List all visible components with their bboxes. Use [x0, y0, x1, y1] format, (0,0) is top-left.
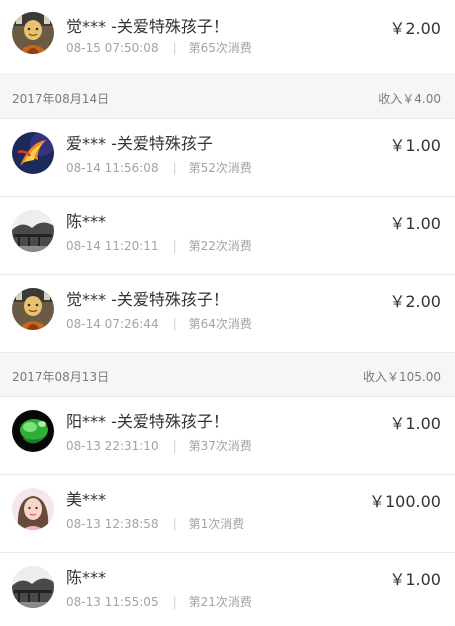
transaction-meta: 08-13 12:38:58 | 第1次消费: [66, 515, 244, 532]
transaction-count: 第21次消费: [188, 595, 252, 609]
transaction-row[interactable]: 觉*** -关爱特殊孩子！ 08-15 07:50:08 | 第65次消费 ￥2.0…: [0, 0, 455, 75]
donor-name: 美***: [66, 490, 107, 509]
transaction-row[interactable]: 爱*** -关爱特殊孩子 08-14 11:56:08 | 第52次消费 ￥1.00: [0, 119, 455, 197]
group-date: 2017年08月14日: [12, 92, 110, 106]
transaction-count: 第1次消费: [188, 517, 245, 531]
transaction-time: 08-14 07:26:44: [66, 317, 159, 331]
group-date: 2017年08月13日: [12, 370, 110, 384]
transaction-amount: ￥2.00: [389, 19, 441, 38]
transaction-time: 08-13 11:55:05: [66, 595, 159, 609]
donor-name: 觉*** -关爱特殊孩子！: [66, 17, 229, 36]
transaction-amount: ￥1.00: [389, 414, 441, 433]
transaction-amount: ￥1.00: [389, 214, 441, 233]
transaction-row[interactable]: 陈*** 08-13 11:55:05 | 第21次消费 ￥1.00: [0, 553, 455, 626]
donor-name: 觉*** -关爱特殊孩子！: [66, 290, 229, 309]
donor-name: 阳*** -关爱特殊孩子！: [66, 412, 229, 431]
transaction-meta: 08-13 22:31:10 | 第37次消费: [66, 437, 252, 454]
transaction-count: 第52次消费: [188, 161, 252, 175]
meta-divider: |: [172, 161, 177, 175]
transaction-meta: 08-14 11:56:08 | 第52次消费: [66, 159, 252, 176]
date-group-header: 2017年08月14日 收入￥4.00: [0, 75, 455, 119]
donor-name: 爱*** -关爱特殊孩子: [66, 134, 213, 153]
transaction-amount: ￥1.00: [389, 570, 441, 589]
transaction-time: 08-14 11:56:08: [66, 161, 159, 175]
meta-divider: |: [172, 595, 177, 609]
landscape-avatar: [12, 566, 54, 608]
landscape-avatar: [12, 210, 54, 252]
woman-avatar: [12, 488, 54, 530]
transaction-count: 第64次消费: [188, 317, 252, 331]
transaction-time: 08-13 12:38:58: [66, 517, 159, 531]
phoenix-avatar: [12, 132, 54, 174]
transaction-time: 08-13 22:31:10: [66, 439, 159, 453]
transaction-amount: ￥1.00: [389, 136, 441, 155]
transaction-amount: ￥100.00: [369, 492, 441, 511]
transaction-meta: 08-14 11:20:11 | 第22次消费: [66, 237, 252, 254]
transaction-row[interactable]: 觉*** -关爱特殊孩子！ 08-14 07:26:44 | 第64次消费 ￥2.0…: [0, 275, 455, 353]
transaction-meta: 08-15 07:50:08 | 第65次消费: [66, 39, 252, 56]
monk-avatar: [12, 288, 54, 330]
transaction-count: 第65次消费: [188, 41, 252, 55]
donor-name: 陈***: [66, 568, 107, 587]
transaction-row[interactable]: 美*** 08-13 12:38:58 | 第1次消费 ￥100.00: [0, 475, 455, 553]
transaction-list: 觉*** -关爱特殊孩子！ 08-15 07:50:08 | 第65次消费 ￥2.0…: [0, 0, 455, 626]
transaction-meta: 08-14 07:26:44 | 第64次消费: [66, 315, 252, 332]
date-group-header: 2017年08月13日 收入￥105.00: [0, 353, 455, 397]
group-income: 收入￥4.00: [378, 92, 441, 106]
transaction-count: 第37次消费: [188, 439, 252, 453]
transaction-row[interactable]: 阳*** -关爱特殊孩子！ 08-13 22:31:10 | 第37次消费 ￥1.0…: [0, 397, 455, 475]
transaction-time: 08-15 07:50:08: [66, 41, 159, 55]
meta-divider: |: [172, 239, 177, 253]
meta-divider: |: [172, 517, 177, 531]
meta-divider: |: [172, 439, 177, 453]
transaction-count: 第22次消费: [188, 239, 252, 253]
green-jade-avatar: [12, 410, 54, 452]
transaction-amount: ￥2.00: [389, 292, 441, 311]
group-income: 收入￥105.00: [363, 370, 441, 384]
meta-divider: |: [172, 41, 177, 55]
transaction-time: 08-14 11:20:11: [66, 239, 159, 253]
transaction-meta: 08-13 11:55:05 | 第21次消费: [66, 593, 252, 610]
transaction-row[interactable]: 陈*** 08-14 11:20:11 | 第22次消费 ￥1.00: [0, 197, 455, 275]
meta-divider: |: [172, 317, 177, 331]
donor-name: 陈***: [66, 212, 107, 231]
monk-avatar: [12, 12, 54, 54]
